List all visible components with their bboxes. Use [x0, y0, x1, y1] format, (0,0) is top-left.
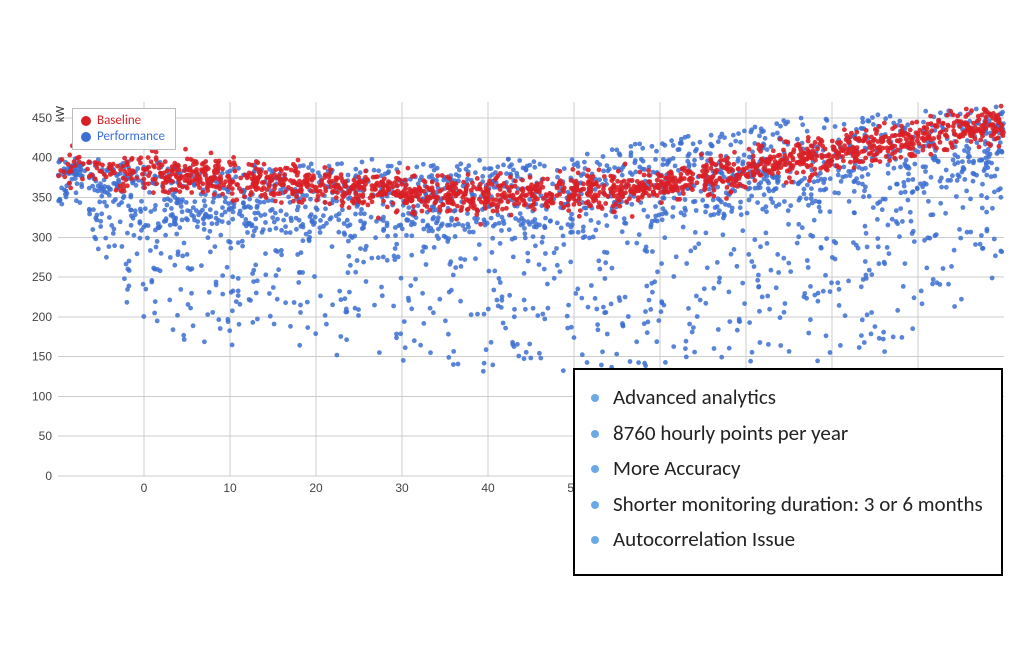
- legend-item-baseline: Baseline: [81, 113, 165, 129]
- legend-label: Baseline: [97, 113, 141, 129]
- svg-text:30: 30: [395, 481, 409, 495]
- svg-text:0: 0: [141, 481, 148, 495]
- chart-legend: Baseline Performance: [72, 108, 176, 150]
- svg-text:40: 40: [481, 481, 495, 495]
- callout-item: 8760 hourly points per year: [591, 418, 985, 450]
- callout-panel: Advanced analytics 8760 hourly points pe…: [573, 368, 1003, 576]
- svg-text:450: 450: [32, 111, 52, 125]
- svg-text:150: 150: [32, 350, 52, 364]
- legend-label: Performance: [97, 129, 165, 145]
- svg-text:400: 400: [32, 151, 52, 165]
- svg-text:0: 0: [45, 469, 52, 483]
- legend-item-performance: Performance: [81, 129, 165, 145]
- svg-text:350: 350: [32, 190, 52, 204]
- svg-text:10: 10: [223, 481, 237, 495]
- chart-stage: Baseline Performance 0501001502002503003…: [0, 0, 1024, 646]
- svg-text:50: 50: [39, 429, 53, 443]
- callout-item: Autocorrelation Issue: [591, 524, 985, 556]
- callout-item: Shorter monitoring duration: 3 or 6 mont…: [591, 489, 985, 521]
- callout-list: Advanced analytics 8760 hourly points pe…: [591, 382, 985, 556]
- callout-item: Advanced analytics: [591, 382, 985, 414]
- svg-text:100: 100: [32, 389, 52, 403]
- svg-text:300: 300: [32, 230, 52, 244]
- svg-text:kW: kW: [54, 106, 68, 122]
- legend-dot-icon: [81, 116, 91, 126]
- svg-text:250: 250: [32, 270, 52, 284]
- callout-item: More Accuracy: [591, 453, 985, 485]
- legend-dot-icon: [81, 132, 91, 142]
- svg-text:200: 200: [32, 310, 52, 324]
- svg-text:20: 20: [309, 481, 323, 495]
